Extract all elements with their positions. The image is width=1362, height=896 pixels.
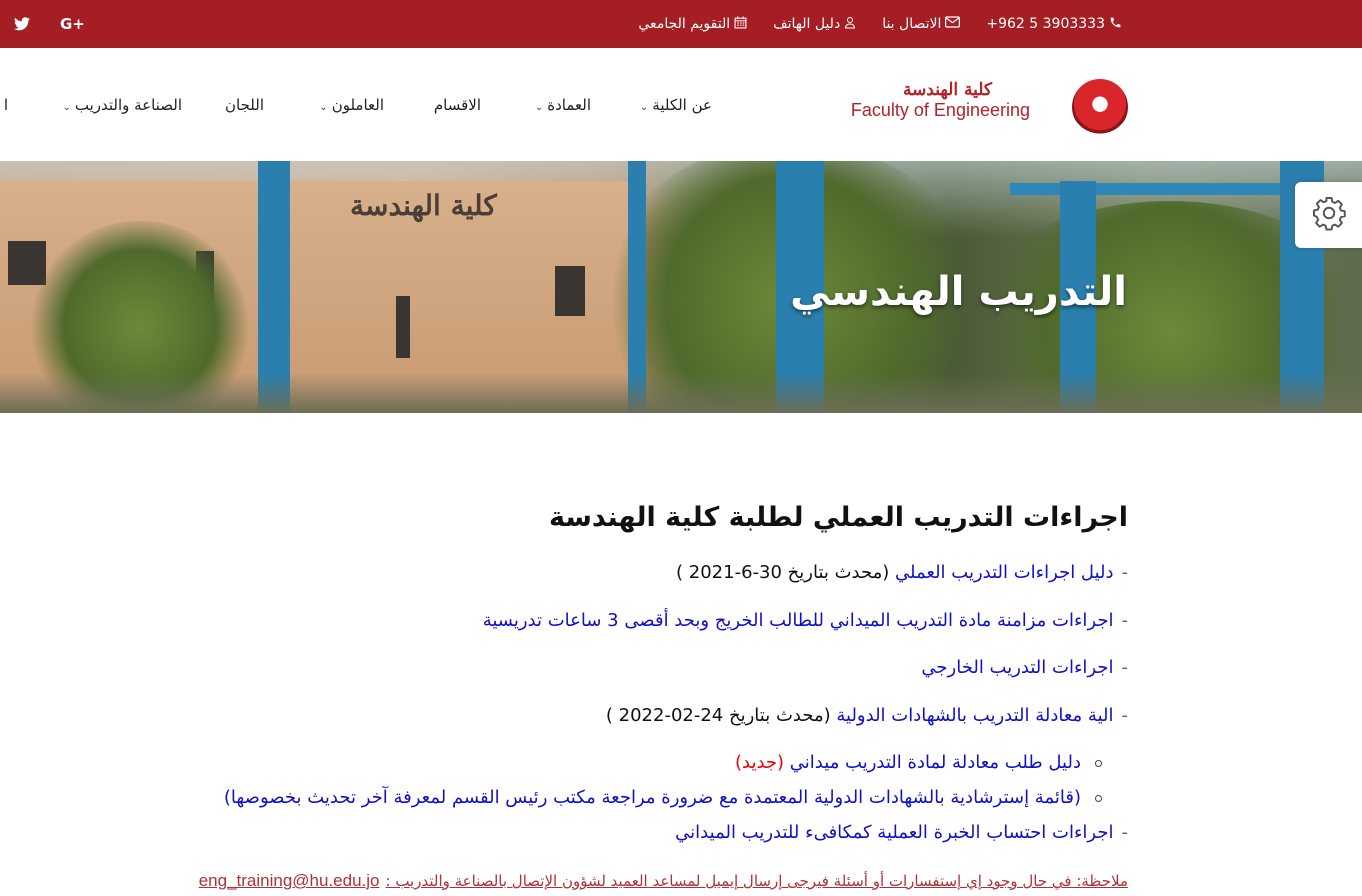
list-bullet: - [1121, 822, 1129, 843]
phone-link[interactable]: +962 5 3903333 [986, 16, 1122, 33]
nav-item-label: اللجان [225, 96, 264, 114]
list-item: -اجراءات مزامنة مادة التدريب الميداني لل… [483, 609, 1128, 633]
phone-icon [1109, 16, 1122, 33]
nav-item-label: الاقسام [433, 96, 481, 114]
logo-english-text: Faculty of Engineering [850, 100, 1030, 120]
google-plus-label: G+ [60, 15, 85, 33]
nav-item-staff[interactable]: العاملون⌄ [319, 96, 384, 114]
building-window [555, 266, 585, 316]
nav-item-industry-training[interactable]: الصناعة والتدريب⌄ [62, 96, 182, 114]
nav-item-partial[interactable]: ا [4, 96, 8, 114]
twitter-icon[interactable] [14, 0, 34, 48]
nav-item-label: العاملون [331, 96, 384, 114]
certificates-list-link[interactable]: (قائمة إسترشادية بالشهادات الدولية المعت… [224, 787, 1081, 808]
ground-image [0, 373, 1362, 413]
nav-item-label: الصناعة والتدريب [74, 96, 182, 114]
external-training-link[interactable]: اجراءات التدريب الخارجي [921, 657, 1113, 678]
google-plus-icon[interactable]: G+ [60, 0, 85, 48]
envelope-icon [945, 16, 961, 32]
contact-link[interactable]: الاتصال بنا [882, 16, 961, 32]
building-sign: كلية الهندسة [350, 189, 497, 222]
list-item: -اجراءات احتساب الخبرة العملية كمكافىء ل… [675, 821, 1128, 845]
training-guide-link[interactable]: دليل اجراءات التدريب العملي [895, 562, 1113, 583]
directory-link[interactable]: دليل الهاتف [773, 16, 856, 33]
nav-item-label: عن الكلية [652, 96, 712, 114]
logo-arabic-text: كلية الهندسة [902, 80, 992, 100]
list-item: -الية معادلة التدريب بالشهادات الدولية (… [606, 704, 1128, 728]
directory-label: دليل الهاتف [773, 16, 841, 32]
contact-note: ملاحظة: في حال وجود إي إستفسارات أو أسئل… [199, 871, 1128, 891]
gear-icon [1311, 195, 1347, 235]
sub-list-item: (قائمة إسترشادية بالشهادات الدولية المعت… [224, 786, 1102, 810]
experience-equivalence-link[interactable]: اجراءات احتساب الخبرة العملية كمكافىء لل… [675, 822, 1113, 843]
building-window [396, 296, 410, 358]
page-title: التدريب الهندسي [790, 269, 1127, 315]
certificates-equivalence-link[interactable]: الية معادلة التدريب بالشهادات الدولية [836, 705, 1113, 726]
chevron-down-icon: ⌄ [319, 102, 328, 113]
list-item: -اجراءات التدريب الخارجي [921, 656, 1128, 680]
list-item: -دليل اجراءات التدريب العملي (محدث بتاري… [676, 561, 1128, 585]
list-bullet: - [1121, 657, 1129, 678]
top-bar: G+ +962 5 3903333 الاتصال بنا دليل الهات… [0, 0, 1362, 48]
chevron-down-icon: ⌄ [62, 102, 71, 113]
nav-item-departments[interactable]: الاقسام [434, 96, 481, 114]
list-bullet: - [1121, 610, 1129, 631]
contact-label: الاتصال بنا [882, 16, 942, 32]
chevron-down-icon: ⌄ [639, 102, 649, 113]
update-note: (محدث بتاريخ 24-02-2022 ) [605, 705, 837, 726]
nav-item-deanship[interactable]: العمادة⌄ [535, 96, 591, 114]
sync-training-link[interactable]: اجراءات مزامنة مادة التدريب الميداني للط… [483, 610, 1114, 631]
list-bullet: - [1121, 562, 1129, 583]
main-content: اجراءات التدريب العملي لطلبة كلية الهندس… [68, 498, 1128, 538]
nav-item-about[interactable]: عن الكلية⌄ [640, 96, 712, 114]
nav-item-label: العمادة [547, 96, 591, 114]
section-heading: اجراءات التدريب العملي لطلبة كلية الهندس… [548, 502, 1128, 533]
calendar-link[interactable]: التقويم الجامعي [638, 16, 747, 33]
chevron-down-icon: ⌄ [534, 102, 544, 113]
settings-button[interactable] [1295, 182, 1362, 248]
nav-item-committees[interactable]: اللجان [225, 96, 264, 114]
new-badge: (جديد) [734, 752, 785, 773]
list-bullet: - [1121, 705, 1129, 726]
sub-list-item: دليل طلب معادلة لمادة التدريب ميداني (جد… [735, 751, 1102, 775]
contact-bar: +962 5 3903333 الاتصال بنا دليل الهاتف ا… [638, 0, 1122, 48]
building-window [8, 241, 46, 285]
circle-bullet [1095, 794, 1102, 802]
email-link[interactable]: eng_training@hu.edu.jo [199, 871, 380, 890]
note-text: ملاحظة: في حال وجود إي إستفسارات أو أسئل… [385, 872, 1129, 890]
hero-banner: كلية الهندسة التدريب الهندسي [0, 161, 1362, 413]
university-seal-logo[interactable] [1072, 79, 1128, 135]
circle-bullet [1095, 759, 1102, 767]
equivalence-request-link[interactable]: دليل طلب معادلة لمادة التدريب ميداني [790, 752, 1081, 773]
calendar-icon [734, 16, 747, 33]
user-icon [844, 16, 856, 33]
phone-number: +962 5 3903333 [986, 16, 1105, 32]
calendar-label: التقويم الجامعي [638, 16, 731, 32]
update-note: (محدث بتاريخ 30-6-2021 ) [676, 562, 896, 583]
nav-item-label: ا [3, 96, 8, 114]
